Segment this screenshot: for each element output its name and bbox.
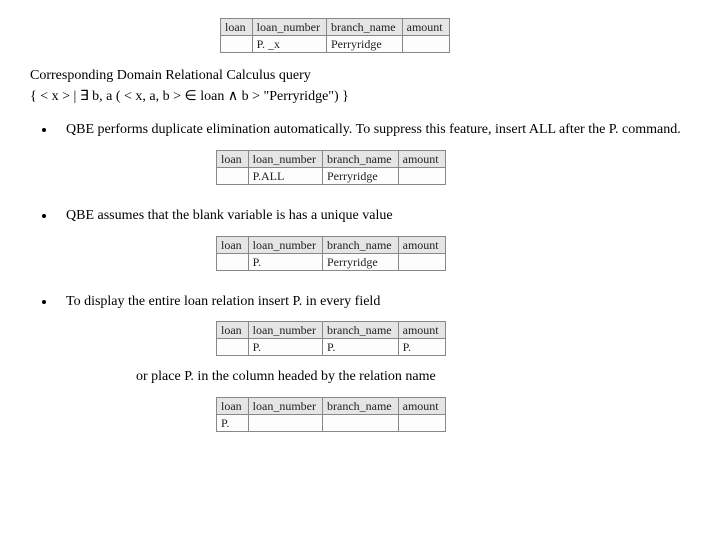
cell xyxy=(398,167,445,184)
col-header: loan_number xyxy=(248,150,322,167)
bullet-item: QBE assumes that the blank variable is h… xyxy=(56,207,690,271)
col-header: loan xyxy=(221,19,253,36)
col-header: amount xyxy=(398,236,445,253)
cell xyxy=(217,253,249,270)
cell: P. _x xyxy=(252,36,326,53)
qbe-table: loan loan_number branch_name amount P. xyxy=(216,397,446,432)
intro-section: Corresponding Domain Relational Calculus… xyxy=(30,67,690,107)
cell: P.ALL xyxy=(248,167,322,184)
col-header: branch_name xyxy=(323,150,399,167)
intro-line-1: Corresponding Domain Relational Calculus… xyxy=(30,67,690,86)
col-header: loan xyxy=(217,150,249,167)
cell: P. xyxy=(248,253,322,270)
cell xyxy=(217,167,249,184)
col-header: amount xyxy=(398,150,445,167)
qbe-table: loan loan_number branch_name amount P.AL… xyxy=(216,150,446,185)
col-header: loan_number xyxy=(248,398,322,415)
col-header: amount xyxy=(398,398,445,415)
table-container: loan loan_number branch_name amount P. xyxy=(216,397,690,432)
intro-line-2: { < x > | ∃ b, a ( < x, a, b > ∈ loan ∧ … xyxy=(30,88,690,107)
bullet-text: To display the entire loan relation inse… xyxy=(66,294,380,309)
col-header: loan xyxy=(217,398,249,415)
col-header: loan xyxy=(217,236,249,253)
col-header: loan_number xyxy=(248,322,322,339)
cell xyxy=(217,339,249,356)
qbe-table: loan loan_number branch_name amount P. P… xyxy=(216,236,446,271)
top-table-container: loan loan_number branch_name amount P. _… xyxy=(220,18,690,53)
bullet-item: QBE performs duplicate elimination autom… xyxy=(56,121,690,185)
cell xyxy=(248,415,322,432)
col-header: branch_name xyxy=(323,398,399,415)
cell: Perryridge xyxy=(323,167,399,184)
cell: Perryridge xyxy=(327,36,403,53)
qbe-table-top: loan loan_number branch_name amount P. _… xyxy=(220,18,450,53)
table-container: loan loan_number branch_name amount P. P… xyxy=(216,321,690,356)
bullet-note: or place P. in the column headed by the … xyxy=(136,368,690,387)
bullet-text: QBE assumes that the blank variable is h… xyxy=(66,208,393,223)
cell: P. xyxy=(248,339,322,356)
bullet-list: QBE performs duplicate elimination autom… xyxy=(30,121,690,433)
cell: P. xyxy=(217,415,249,432)
col-header: amount xyxy=(402,19,449,36)
cell: Perryridge xyxy=(323,253,399,270)
col-header: branch_name xyxy=(327,19,403,36)
cell xyxy=(323,415,399,432)
col-header: loan_number xyxy=(248,236,322,253)
col-header: branch_name xyxy=(323,236,399,253)
cell xyxy=(398,415,445,432)
cell: P. xyxy=(398,339,445,356)
table-container: loan loan_number branch_name amount P. P… xyxy=(216,236,690,271)
col-header: loan xyxy=(217,322,249,339)
bullet-text: QBE performs duplicate elimination autom… xyxy=(66,122,681,137)
col-header: loan_number xyxy=(252,19,326,36)
cell xyxy=(398,253,445,270)
qbe-table: loan loan_number branch_name amount P. P… xyxy=(216,321,446,356)
col-header: amount xyxy=(398,322,445,339)
cell: P. xyxy=(323,339,399,356)
bullet-item: To display the entire loan relation inse… xyxy=(56,293,690,433)
cell xyxy=(402,36,449,53)
col-header: branch_name xyxy=(323,322,399,339)
cell xyxy=(221,36,253,53)
table-container: loan loan_number branch_name amount P.AL… xyxy=(216,150,690,185)
